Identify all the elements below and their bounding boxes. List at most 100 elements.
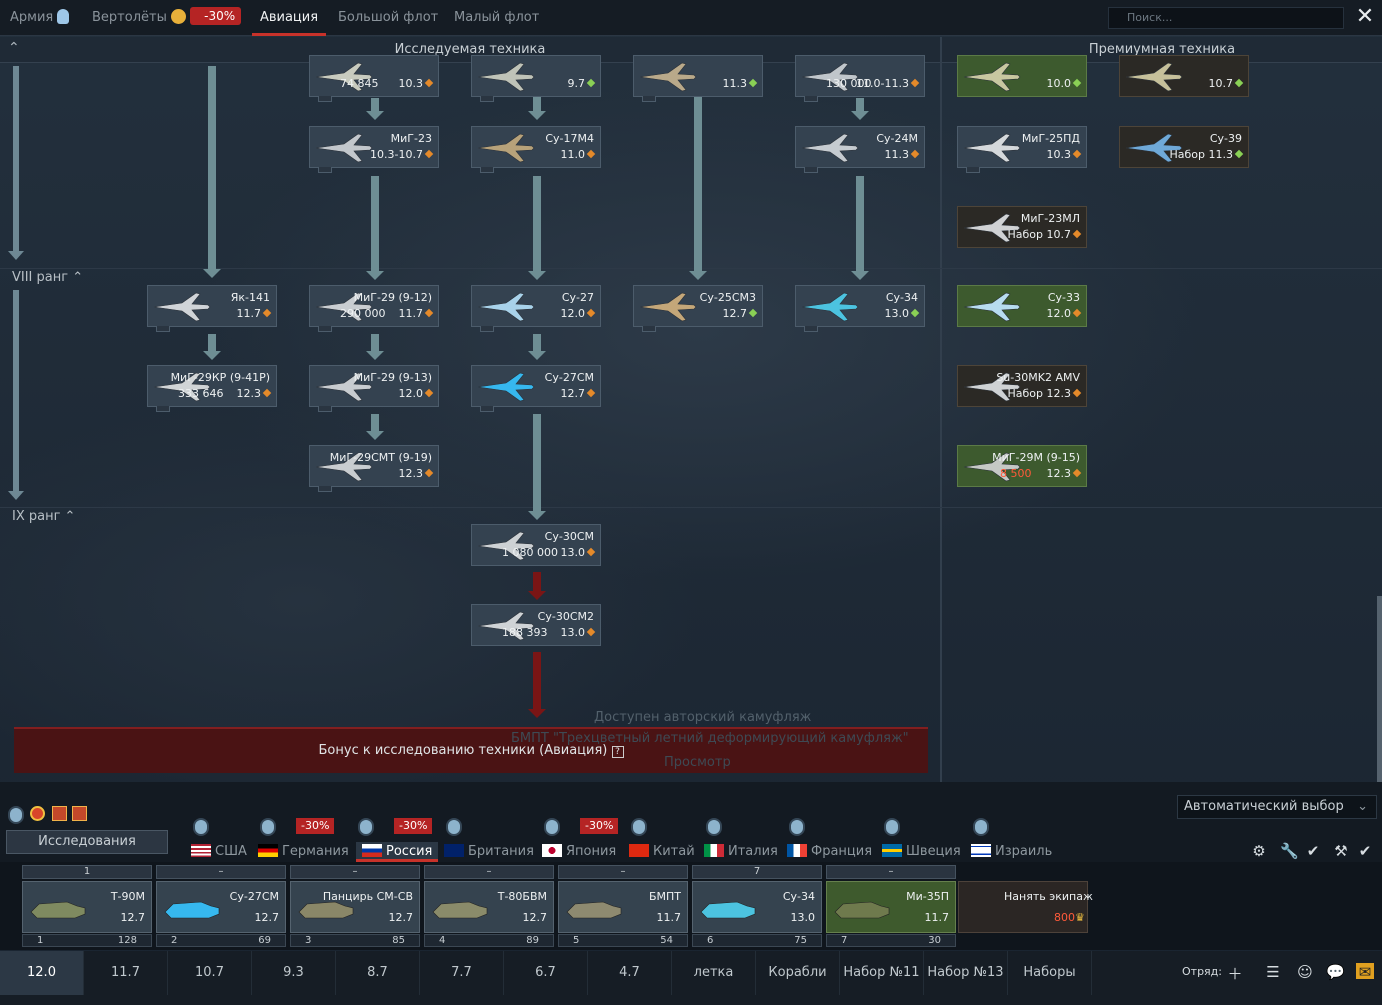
vehicle-card[interactable]: 130 000 11.0-11.3 [795,55,925,102]
gear-icon[interactable]: ⚙ [1250,842,1268,860]
preset-tab[interactable]: 6.7 [504,951,588,995]
search-input[interactable]: Поиск... [1108,7,1344,29]
country-tab[interactable]: Германия [258,842,349,859]
preset-tab[interactable]: Набор №13 [924,951,1008,995]
vehicle-card[interactable]: Су-17М4 11.0 [471,126,601,173]
help-icon[interactable]: ? [611,746,624,758]
vehicle-card[interactable]: МиГ-25ПД 10.3 [957,126,1087,173]
preset-tab[interactable]: Набор №11 [840,951,924,995]
add-icon[interactable]: ＋ [1226,963,1244,983]
hire-crew-slot[interactable] [958,881,1088,933]
crew-slot[interactable]: 7 Су-34 13.0 6 75 [692,865,822,948]
checkmark-icon[interactable]: ✔ [1304,842,1322,860]
vehicle-card[interactable]: МиГ-29М (9-15) 8 500 12.3 [957,445,1087,487]
crew-slot-marker [804,326,818,332]
vehicle-card[interactable]: Як-141 11.7 [147,285,277,332]
preset-tab[interactable]: Корабли [756,951,840,995]
preset-tab[interactable]: летка [672,951,756,995]
slot-vehicle[interactable]: Су-27СМ 12.7 [156,881,286,933]
country-tab[interactable]: США [191,842,247,859]
tab-coastal-fleet[interactable]: Малый флот [454,0,539,36]
friends-icon[interactable]: ☺ [1296,963,1314,981]
tab-army[interactable]: Армия [10,0,70,36]
vehicle-card[interactable]: Су-34 13.0 [795,285,925,332]
vehicle-card[interactable]: 74 845 10.3 [309,55,439,102]
preset-tab[interactable]: 10.7 [168,951,252,995]
list-icon[interactable]: ☰ [1264,963,1282,981]
country-tab[interactable]: Китай [629,842,695,859]
vehicle-card[interactable]: МиГ-29СМТ (9-19) 12.3 [309,445,439,492]
vehicle-card[interactable]: МиГ-23 10.3-10.7 [309,126,439,173]
vehicle-card[interactable]: Су-25СМ3 12.7 [633,285,763,332]
close-button[interactable]: ✕ [1354,6,1376,28]
tree-connector [366,176,384,280]
preset-tab[interactable]: 4.7 [588,951,672,995]
slot-number: 5 [573,935,580,946]
vehicle-card[interactable]: Су-33 12.0 [957,285,1087,327]
vehicle-name: Т-80БВМ [497,890,547,903]
vehicle-card[interactable]: МиГ-29КР (9-41Р) 333 646 12.3 [147,365,277,412]
preset-tab[interactable]: 7.7 [420,951,504,995]
crew-points: 69 [258,935,271,946]
vehicle-card[interactable]: 11.3 [633,55,763,102]
rank-viii-label[interactable]: VIII ранг ⌃ [12,270,83,285]
slot-vehicle[interactable]: Т-80БВМ 12.7 [424,881,554,933]
crew-slot-marker [642,326,656,332]
vehicle-card[interactable]: МиГ-23МЛ Набор 10.7 [957,206,1087,248]
preset-tab[interactable]: 11.7 [84,951,168,995]
crew-slot[interactable]: – Панцирь СМ-СВ 12.7 3 85 [290,865,420,948]
slot-vehicle[interactable]: Ми-35П 11.7 [826,881,956,933]
crew-slot[interactable]: – Т-80БВМ 12.7 4 89 [424,865,554,948]
rank-ix-label[interactable]: IX ранг ⌃ [12,509,75,524]
repair-all-icon[interactable]: ⚒ [1332,842,1350,860]
wrench-icon[interactable]: 🔧 [1280,842,1299,860]
vehicle-name: Су-27СМ [229,890,279,903]
vehicle-card[interactable]: Су-27 12.0 [471,285,601,332]
country-tab[interactable]: Британия [444,842,534,859]
mail-icon[interactable]: ✉ [1356,963,1374,981]
slot-vehicle[interactable]: Су-34 13.0 [692,881,822,933]
country-tab[interactable]: Франция [787,842,872,859]
chat-icon[interactable]: 💬 [1326,963,1345,981]
country-tab[interactable]: Япония [542,842,616,859]
vehicle-card[interactable]: Су-30СМ 1 080 000 13.0 [471,524,601,566]
country-tab[interactable]: Италия [704,842,778,859]
preset-tab[interactable]: 9.3 [252,951,336,995]
vehicle-card[interactable]: Су-30СМ2 188 393 13.0 [471,604,601,646]
slot-vehicle[interactable]: БМПТ 11.7 [558,881,688,933]
preset-tab[interactable]: 8.7 [336,951,420,995]
tab-helicopters[interactable]: Вертолёты -30% [92,0,242,36]
auto-select-dropdown[interactable]: Автоматический выбор ⌄ [1177,795,1377,819]
crew-slot[interactable]: – БМПТ 11.7 5 54 [558,865,688,948]
vehicle-card[interactable]: 10.0 [957,55,1087,97]
country-tab[interactable]: Швеция [882,842,961,859]
vehicle-card[interactable]: 9.7 [471,55,601,102]
research-tab[interactable]: Исследования [6,830,168,854]
slot-vehicle[interactable]: Панцирь СМ-СВ 12.7 [290,881,420,933]
crew-slot-marker [318,96,332,102]
vehicle-card[interactable]: МиГ-29 (9-13) 12.0 [309,365,439,412]
vehicle-card[interactable]: 10.7 [1119,55,1249,97]
checkmark-all-icon[interactable]: ✔ [1356,842,1374,860]
crew-slot-marker [318,326,332,332]
scrollbar[interactable] [1377,596,1382,782]
tree-connector [689,96,707,280]
vehicle-card[interactable]: Su-30MK2 AMV Набор 12.3 [957,365,1087,407]
crew-slot[interactable]: – Су-27СМ 12.7 2 69 [156,865,286,948]
research-bonus-text[interactable]: Бонус к исследованию техники (Авиация) ? [14,743,928,758]
vehicle-card[interactable]: Су-39 Набор 11.3 [1119,126,1249,168]
battle-rating: 9.7 [568,77,596,90]
slot-vehicle[interactable]: Т-90М 12.7 [22,881,152,933]
country-tab[interactable]: Израиль [971,842,1052,859]
tab-bluewater-fleet[interactable]: Большой флот [338,0,438,36]
tab-aviation[interactable]: Авиация [252,0,326,36]
crew-slot[interactable]: 1 Т-90М 12.7 1 128 [22,865,152,948]
preset-tab[interactable]: Наборы [1008,951,1092,995]
crew-slot[interactable]: – Ми-35П 11.7 7 30 [826,865,956,948]
vehicle-card[interactable]: Су-27СМ 12.7 [471,365,601,412]
country-tab[interactable]: Россия [356,842,439,862]
vehicle-card[interactable]: Су-24М 11.3 [795,126,925,173]
preset-tab[interactable]: 12.0 [0,951,84,995]
battle-rating: 13.0 [561,626,596,639]
vehicle-card[interactable]: МиГ-29 (9-12) 290 000 11.7 [309,285,439,332]
